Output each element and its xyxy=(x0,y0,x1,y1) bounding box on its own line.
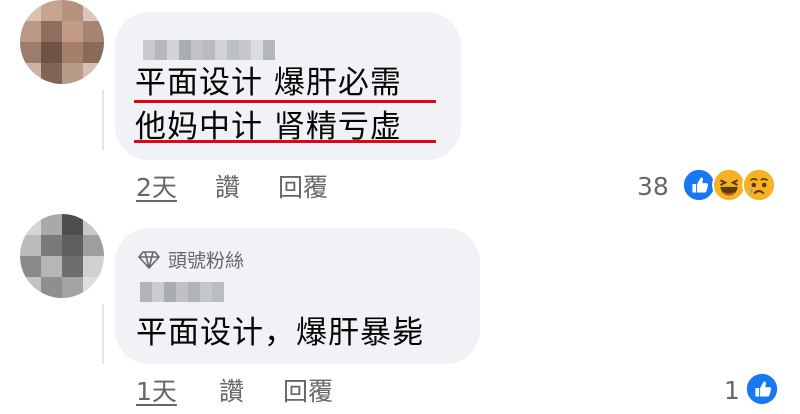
like-button[interactable]: 讚 xyxy=(215,168,240,204)
top-fan-badge: 頭號粉絲 xyxy=(138,246,244,273)
like-button[interactable]: 讚 xyxy=(219,372,244,408)
thread-line xyxy=(102,90,104,150)
badge-label: 頭號粉絲 xyxy=(168,250,245,272)
red-underline-2 xyxy=(134,140,436,143)
author-name[interactable] xyxy=(143,40,275,60)
timestamp-link[interactable]: 1天 xyxy=(136,372,177,408)
thread-line xyxy=(102,304,104,364)
author-name[interactable] xyxy=(140,282,224,302)
reply-button[interactable]: 回覆 xyxy=(278,168,328,204)
like-reaction-icon[interactable] xyxy=(745,372,779,406)
comment-text-line-2: 他妈中计 肾精亏虚 xyxy=(135,109,402,145)
comment-text: 平面设计，爆肝暴毙 xyxy=(136,315,424,351)
diamond-icon xyxy=(138,250,160,269)
avatar[interactable] xyxy=(20,214,104,298)
avatar[interactable] xyxy=(20,0,104,84)
reaction-count[interactable]: 1 xyxy=(724,376,740,405)
reply-button[interactable]: 回覆 xyxy=(283,372,333,408)
timestamp-link[interactable]: 2天 xyxy=(136,168,177,204)
haha-reaction-icon[interactable] xyxy=(712,168,746,202)
like-reaction-icon[interactable] xyxy=(682,168,716,202)
reaction-count[interactable]: 38 xyxy=(637,172,669,201)
red-underline-1 xyxy=(134,100,436,103)
sad-reaction-icon[interactable] xyxy=(742,168,776,202)
